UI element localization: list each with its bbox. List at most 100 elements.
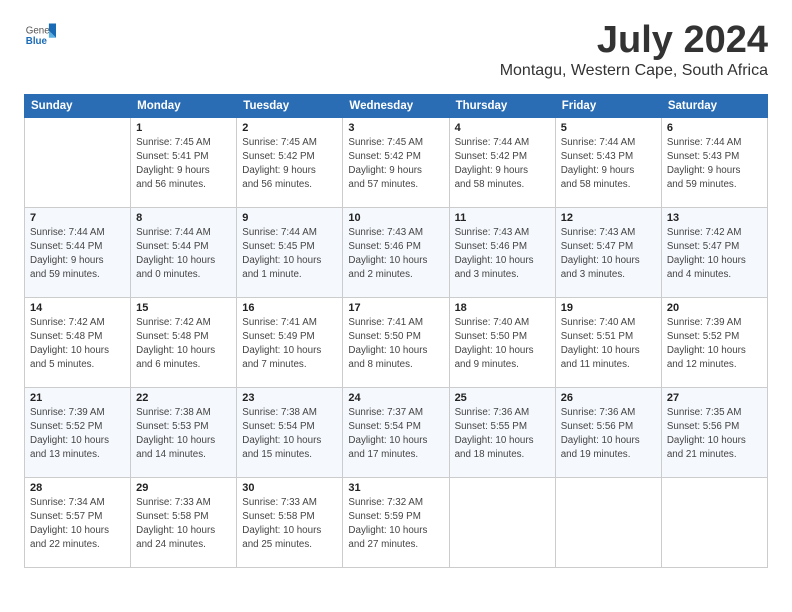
calendar-cell: 10 Sunrise: 7:43 AMSunset: 5:46 PMDayligh… [343,207,449,297]
day-info: Sunrise: 7:33 AMSunset: 5:58 PMDaylight:… [136,496,231,553]
calendar-week-4: 28 Sunrise: 7:34 AMSunset: 5:57 PMDayligh… [25,477,768,567]
day-info: Sunrise: 7:37 AMSunset: 5:54 PMDaylight:… [348,406,443,463]
svg-text:Blue: Blue [26,36,48,47]
day-info: Sunrise: 7:43 AMSunset: 5:47 PMDaylight:… [561,226,656,283]
calendar-cell: 21 Sunrise: 7:39 AMSunset: 5:52 PMDayligh… [25,387,131,477]
day-number: 10 [348,212,443,224]
day-number: 30 [242,482,337,494]
day-number: 19 [561,302,656,314]
col-sunday: Sunday [25,94,131,117]
page-container: General Blue July 2024 Montagu, Western … [24,20,768,568]
col-wednesday: Wednesday [343,94,449,117]
calendar-cell [449,477,555,567]
day-info: Sunrise: 7:36 AMSunset: 5:56 PMDaylight:… [561,406,656,463]
calendar-cell: 19 Sunrise: 7:40 AMSunset: 5:51 PMDayligh… [555,297,661,387]
day-number: 12 [561,212,656,224]
title-block: July 2024 Montagu, Western Cape, South A… [500,20,768,90]
day-info: Sunrise: 7:35 AMSunset: 5:56 PMDaylight:… [667,406,762,463]
calendar-cell: 16Sunrise: 7:41 AMSunset: 5:49 PMDayligh… [237,297,343,387]
day-info: Sunrise: 7:44 AMSunset: 5:44 PMDaylight:… [136,226,231,283]
day-info: Sunrise: 7:41 AMSunset: 5:49 PMDaylight:… [242,316,337,373]
calendar-cell: 2 Sunrise: 7:45 AMSunset: 5:42 PMDaylight… [237,117,343,207]
day-number: 13 [667,212,762,224]
calendar-cell: 20 Sunrise: 7:39 AMSunset: 5:52 PMDayligh… [661,297,767,387]
calendar-cell: 18 Sunrise: 7:40 AMSunset: 5:50 PMDayligh… [449,297,555,387]
calendar-week-2: 14Sunrise: 7:42 AMSunset: 5:48 PMDayligh… [25,297,768,387]
day-info: Sunrise: 7:40 AMSunset: 5:50 PMDaylight:… [455,316,550,373]
calendar-header: Sunday Monday Tuesday Wednesday Thursday… [25,94,768,117]
calendar-cell: 4Sunrise: 7:44 AMSunset: 5:42 PMDaylight… [449,117,555,207]
calendar-cell: 13 Sunrise: 7:42 AMSunset: 5:47 PMDayligh… [661,207,767,297]
calendar-cell: 14Sunrise: 7:42 AMSunset: 5:48 PMDayligh… [25,297,131,387]
day-info: Sunrise: 7:45 AMSunset: 5:42 PMDaylight:… [242,136,337,193]
day-info: Sunrise: 7:32 AMSunset: 5:59 PMDaylight:… [348,496,443,553]
day-number: 20 [667,302,762,314]
day-number: 4 [455,122,550,134]
day-number: 31 [348,482,443,494]
calendar-cell: 12 Sunrise: 7:43 AMSunset: 5:47 PMDayligh… [555,207,661,297]
col-friday: Friday [555,94,661,117]
calendar-cell: 6Sunrise: 7:44 AMSunset: 5:43 PMDaylight… [661,117,767,207]
logo-icon: General Blue [24,20,56,52]
calendar-cell: 22Sunrise: 7:38 AMSunset: 5:53 PMDayligh… [131,387,237,477]
calendar-cell: 25 Sunrise: 7:36 AMSunset: 5:55 PMDayligh… [449,387,555,477]
col-saturday: Saturday [661,94,767,117]
calendar-cell: 28 Sunrise: 7:34 AMSunset: 5:57 PMDayligh… [25,477,131,567]
day-number: 23 [242,392,337,404]
day-info: Sunrise: 7:39 AMSunset: 5:52 PMDaylight:… [667,316,762,373]
day-info: Sunrise: 7:39 AMSunset: 5:52 PMDaylight:… [30,406,125,463]
col-monday: Monday [131,94,237,117]
calendar-week-1: 7 Sunrise: 7:44 AMSunset: 5:44 PMDaylight… [25,207,768,297]
day-info: Sunrise: 7:36 AMSunset: 5:55 PMDaylight:… [455,406,550,463]
col-thursday: Thursday [449,94,555,117]
month-title: July 2024 [500,20,768,62]
day-info: Sunrise: 7:42 AMSunset: 5:48 PMDaylight:… [136,316,231,373]
calendar-cell: 8 Sunrise: 7:44 AMSunset: 5:44 PMDaylight… [131,207,237,297]
calendar-body: 1 Sunrise: 7:45 AMSunset: 5:41 PMDaylight… [25,117,768,567]
calendar-cell: 9Sunrise: 7:44 AMSunset: 5:45 PMDaylight… [237,207,343,297]
calendar-week-3: 21 Sunrise: 7:39 AMSunset: 5:52 PMDayligh… [25,387,768,477]
day-number: 29 [136,482,231,494]
calendar-cell [25,117,131,207]
calendar-cell: 26 Sunrise: 7:36 AMSunset: 5:56 PMDayligh… [555,387,661,477]
calendar-cell: 15Sunrise: 7:42 AMSunset: 5:48 PMDayligh… [131,297,237,387]
day-info: Sunrise: 7:41 AMSunset: 5:50 PMDaylight:… [348,316,443,373]
day-number: 25 [455,392,550,404]
day-number: 8 [136,212,231,224]
calendar-cell: 23 Sunrise: 7:38 AMSunset: 5:54 PMDayligh… [237,387,343,477]
day-info: Sunrise: 7:34 AMSunset: 5:57 PMDaylight:… [30,496,125,553]
day-number: 22 [136,392,231,404]
day-number: 26 [561,392,656,404]
logo: General Blue [24,20,56,52]
day-info: Sunrise: 7:42 AMSunset: 5:47 PMDaylight:… [667,226,762,283]
calendar-cell: 1 Sunrise: 7:45 AMSunset: 5:41 PMDaylight… [131,117,237,207]
day-info: Sunrise: 7:45 AMSunset: 5:41 PMDaylight:… [136,136,231,193]
calendar-cell: 5Sunrise: 7:44 AMSunset: 5:43 PMDaylight… [555,117,661,207]
calendar-week-0: 1 Sunrise: 7:45 AMSunset: 5:41 PMDaylight… [25,117,768,207]
day-number: 9 [242,212,337,224]
calendar-cell [555,477,661,567]
day-number: 2 [242,122,337,134]
calendar-cell: 31 Sunrise: 7:32 AMSunset: 5:59 PMDayligh… [343,477,449,567]
day-number: 1 [136,122,231,134]
day-number: 21 [30,392,125,404]
calendar-cell: 29 Sunrise: 7:33 AMSunset: 5:58 PMDayligh… [131,477,237,567]
subtitle: Montagu, Western Cape, South Africa [500,62,768,80]
day-info: Sunrise: 7:44 AMSunset: 5:44 PMDaylight:… [30,226,125,283]
day-info: Sunrise: 7:38 AMSunset: 5:54 PMDaylight:… [242,406,337,463]
day-info: Sunrise: 7:44 AMSunset: 5:43 PMDaylight:… [561,136,656,193]
day-info: Sunrise: 7:43 AMSunset: 5:46 PMDaylight:… [455,226,550,283]
calendar-cell: 30Sunrise: 7:33 AMSunset: 5:58 PMDayligh… [237,477,343,567]
day-info: Sunrise: 7:40 AMSunset: 5:51 PMDaylight:… [561,316,656,373]
day-number: 7 [30,212,125,224]
calendar-table: Sunday Monday Tuesday Wednesday Thursday… [24,94,768,568]
day-info: Sunrise: 7:42 AMSunset: 5:48 PMDaylight:… [30,316,125,373]
day-info: Sunrise: 7:44 AMSunset: 5:43 PMDaylight:… [667,136,762,193]
day-info: Sunrise: 7:43 AMSunset: 5:46 PMDaylight:… [348,226,443,283]
day-number: 18 [455,302,550,314]
day-number: 17 [348,302,443,314]
day-number: 28 [30,482,125,494]
calendar-cell: 17 Sunrise: 7:41 AMSunset: 5:50 PMDayligh… [343,297,449,387]
day-number: 11 [455,212,550,224]
header: General Blue July 2024 Montagu, Western … [24,20,768,90]
